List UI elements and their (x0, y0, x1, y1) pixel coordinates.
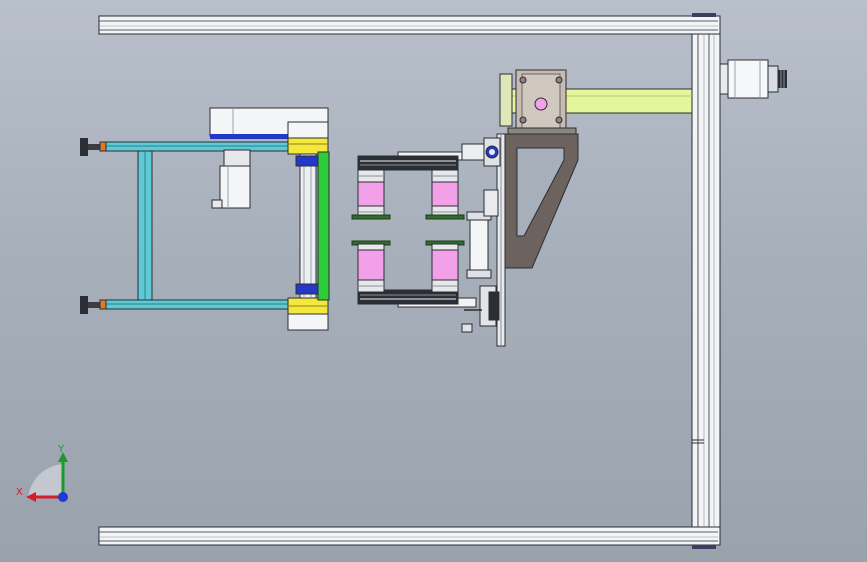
y-axis-label: Y (58, 444, 65, 455)
roller-lower-left (351, 240, 391, 293)
x-axis-label: X (16, 487, 23, 498)
servo-motor-right (719, 59, 787, 99)
orientation-triad (26, 452, 68, 502)
roller-upper-right (425, 169, 465, 220)
servo-motor-left (211, 149, 251, 209)
bottom-frame-beam (98, 526, 721, 549)
cyan-rail-lower (103, 299, 291, 310)
end-stop-upper (80, 138, 107, 156)
triad-z-axis (58, 492, 68, 502)
cyan-rail-vertical (137, 150, 153, 301)
top-frame-beam (98, 13, 721, 35)
assembly-drawing (26, 13, 787, 549)
roller-upper-left (351, 169, 391, 220)
carriage-block-lower (287, 297, 329, 331)
right-frame-column (691, 33, 721, 528)
ball-screw (295, 153, 321, 299)
cyan-rail-upper (103, 141, 291, 152)
motor-mount-plate (507, 69, 577, 135)
carriage-block-upper (287, 121, 329, 155)
roller-lower-right (425, 240, 465, 293)
upper-gripper-arm (357, 137, 501, 171)
pneumatic-cylinder (466, 189, 499, 279)
triangular-bracket (502, 133, 579, 269)
lower-gripper-arm (357, 285, 500, 333)
end-stop-lower (80, 296, 107, 314)
green-guide-bar (317, 151, 330, 301)
cad-viewport[interactable]: X Y (0, 0, 867, 562)
